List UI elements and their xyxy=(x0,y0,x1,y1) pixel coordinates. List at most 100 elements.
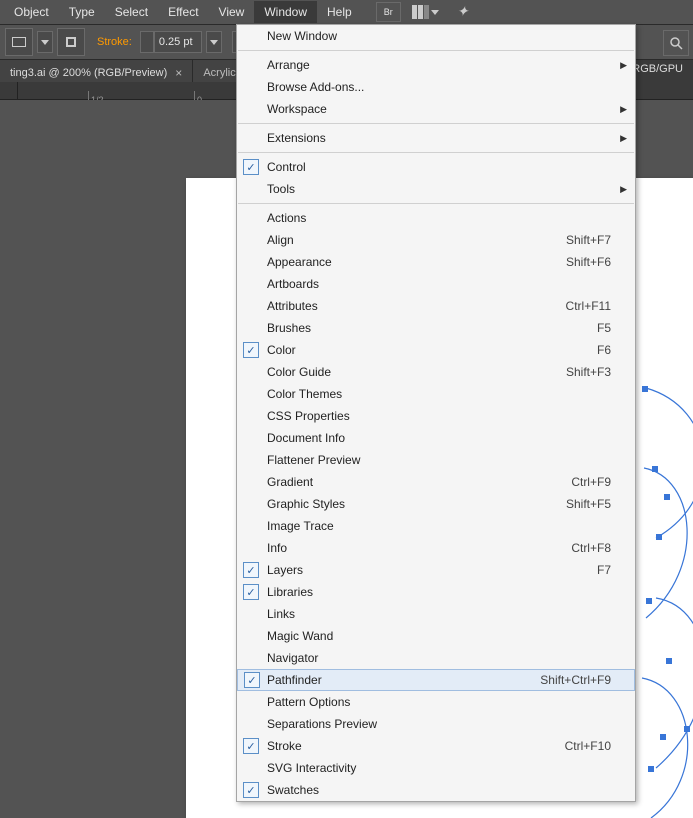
menu-item-new-window[interactable]: New Window xyxy=(237,25,635,47)
menu-item-label: Color Guide xyxy=(267,365,566,379)
menu-item-shortcut: Ctrl+F9 xyxy=(571,475,611,489)
menu-item-label: Control xyxy=(267,160,611,174)
menu-item-layers[interactable]: ✓ LayersF7 xyxy=(237,559,635,581)
menu-type[interactable]: Type xyxy=(59,1,105,23)
menu-item-shortcut: F7 xyxy=(597,563,611,577)
bridge-icon[interactable]: Br xyxy=(376,2,401,22)
menu-item-label: Extensions xyxy=(267,131,611,145)
menu-item-shortcut: Shift+F3 xyxy=(566,365,611,379)
stroke-weight-dropdown[interactable] xyxy=(206,31,222,53)
menu-item-label: Stroke xyxy=(267,739,565,753)
menu-item-label: Image Trace xyxy=(267,519,611,533)
menu-item-shortcut: F6 xyxy=(597,343,611,357)
menu-item-svg-interactivity[interactable]: SVG Interactivity xyxy=(237,757,635,779)
menu-item-label: Align xyxy=(267,233,566,247)
menu-item-label: Arrange xyxy=(267,58,611,72)
menu-window[interactable]: Window xyxy=(254,1,317,23)
ruler-origin[interactable] xyxy=(0,82,18,100)
stroke-weight-stepper[interactable]: 0.25 pt xyxy=(140,31,202,53)
check-icon: ✓ xyxy=(243,738,259,754)
menu-item-links[interactable]: Links xyxy=(237,603,635,625)
menu-item-arrange[interactable]: Arrange▶ xyxy=(237,54,635,76)
menu-item-pattern-options[interactable]: Pattern Options xyxy=(237,691,635,713)
menu-item-shortcut: Shift+Ctrl+F9 xyxy=(540,673,611,687)
menu-item-label: Color xyxy=(267,343,597,357)
menu-item-control[interactable]: ✓Control xyxy=(237,156,635,178)
menu-item-label: Graphic Styles xyxy=(267,497,566,511)
menu-item-label: Pattern Options xyxy=(267,695,611,709)
menu-help[interactable]: Help xyxy=(317,1,362,23)
tab-title: Acrylic xyxy=(203,67,235,79)
menu-item-label: Actions xyxy=(267,211,611,225)
menu-item-libraries[interactable]: ✓Libraries xyxy=(237,581,635,603)
menu-item-label: Tools xyxy=(267,182,611,196)
shape-dropdown[interactable] xyxy=(37,31,53,53)
menu-view[interactable]: View xyxy=(209,1,255,23)
menu-separator xyxy=(238,123,634,124)
tab-title: ting3.ai @ 200% (RGB/Preview) xyxy=(10,67,167,79)
document-tab-1[interactable]: ting3.ai @ 200% (RGB/Preview) × xyxy=(0,60,193,82)
fill-swatch-icon[interactable] xyxy=(57,28,85,56)
menu-item-swatches[interactable]: ✓Swatches xyxy=(237,779,635,801)
menu-item-document-info[interactable]: Document Info xyxy=(237,427,635,449)
menu-item-magic-wand[interactable]: Magic Wand xyxy=(237,625,635,647)
menu-item-label: Separations Preview xyxy=(267,717,611,731)
menu-item-color-themes[interactable]: Color Themes xyxy=(237,383,635,405)
check-icon: ✓ xyxy=(243,342,259,358)
menu-item-stroke[interactable]: ✓ StrokeCtrl+F10 xyxy=(237,735,635,757)
menu-item-gradient[interactable]: GradientCtrl+F9 xyxy=(237,471,635,493)
menu-item-label: Navigator xyxy=(267,651,611,665)
check-icon: ✓ xyxy=(243,562,259,578)
menu-item-color[interactable]: ✓ ColorF6 xyxy=(237,339,635,361)
menu-item-color-guide[interactable]: Color GuideShift+F3 xyxy=(237,361,635,383)
menu-item-label: Workspace xyxy=(267,102,611,116)
menu-item-shortcut: Shift+F5 xyxy=(566,497,611,511)
menu-item-image-trace[interactable]: Image Trace xyxy=(237,515,635,537)
menu-item-label: Layers xyxy=(267,563,597,577)
search-tool-icon[interactable] xyxy=(663,30,689,56)
window-menu: New WindowArrange▶Browse Add-ons...Works… xyxy=(236,24,636,802)
menu-item-appearance[interactable]: AppearanceShift+F6 xyxy=(237,251,635,273)
menu-item-info[interactable]: InfoCtrl+F8 xyxy=(237,537,635,559)
launch-icon[interactable]: ✦ xyxy=(450,2,478,22)
stroke-weight-value[interactable]: 0.25 pt xyxy=(154,31,202,53)
menu-item-graphic-styles[interactable]: Graphic StylesShift+F5 xyxy=(237,493,635,515)
stepper-arrows-icon[interactable] xyxy=(140,31,154,53)
rectangle-tool-icon[interactable] xyxy=(5,28,33,56)
menu-item-actions[interactable]: Actions xyxy=(237,207,635,229)
menu-item-css-properties[interactable]: CSS Properties xyxy=(237,405,635,427)
menu-select[interactable]: Select xyxy=(105,1,158,23)
menu-item-extensions[interactable]: Extensions▶ xyxy=(237,127,635,149)
menu-item-attributes[interactable]: AttributesCtrl+F11 xyxy=(237,295,635,317)
stroke-label: Stroke: xyxy=(97,36,132,48)
menu-item-label: Appearance xyxy=(267,255,566,269)
menu-separator xyxy=(238,203,634,204)
menu-item-label: CSS Properties xyxy=(267,409,611,423)
submenu-arrow-icon: ▶ xyxy=(620,104,627,115)
menubar: Object Type Select Effect View Window He… xyxy=(0,0,693,24)
menu-object[interactable]: Object xyxy=(4,1,59,23)
menu-item-label: Brushes xyxy=(267,321,597,335)
menu-item-label: Flattener Preview xyxy=(267,453,611,467)
menu-item-pathfinder[interactable]: ✓PathfinderShift+Ctrl+F9 xyxy=(237,669,635,691)
menu-item-label: Attributes xyxy=(267,299,566,313)
menu-item-separations-preview[interactable]: Separations Preview xyxy=(237,713,635,735)
menu-item-tools[interactable]: Tools▶ xyxy=(237,178,635,200)
menu-item-navigator[interactable]: Navigator xyxy=(237,647,635,669)
panels-icon[interactable] xyxy=(405,2,446,22)
menu-item-workspace[interactable]: Workspace ▶ xyxy=(237,98,635,120)
menu-item-shortcut: Ctrl+F10 xyxy=(565,739,611,753)
menu-item-label: Info xyxy=(267,541,571,555)
menu-item-label: Gradient xyxy=(267,475,571,489)
menu-item-shortcut: Ctrl+F11 xyxy=(566,299,611,313)
menu-item-label: Color Themes xyxy=(267,387,611,401)
menu-item-label: Libraries xyxy=(267,585,611,599)
menu-item-browse-add-ons[interactable]: Browse Add-ons... xyxy=(237,76,635,98)
menu-item-flattener-preview[interactable]: Flattener Preview xyxy=(237,449,635,471)
menu-item-align[interactable]: AlignShift+F7 xyxy=(237,229,635,251)
menu-item-label: Magic Wand xyxy=(267,629,611,643)
menu-effect[interactable]: Effect xyxy=(158,1,208,23)
menu-item-brushes[interactable]: BrushesF5 xyxy=(237,317,635,339)
menu-item-artboards[interactable]: Artboards xyxy=(237,273,635,295)
close-icon[interactable]: × xyxy=(175,66,182,80)
